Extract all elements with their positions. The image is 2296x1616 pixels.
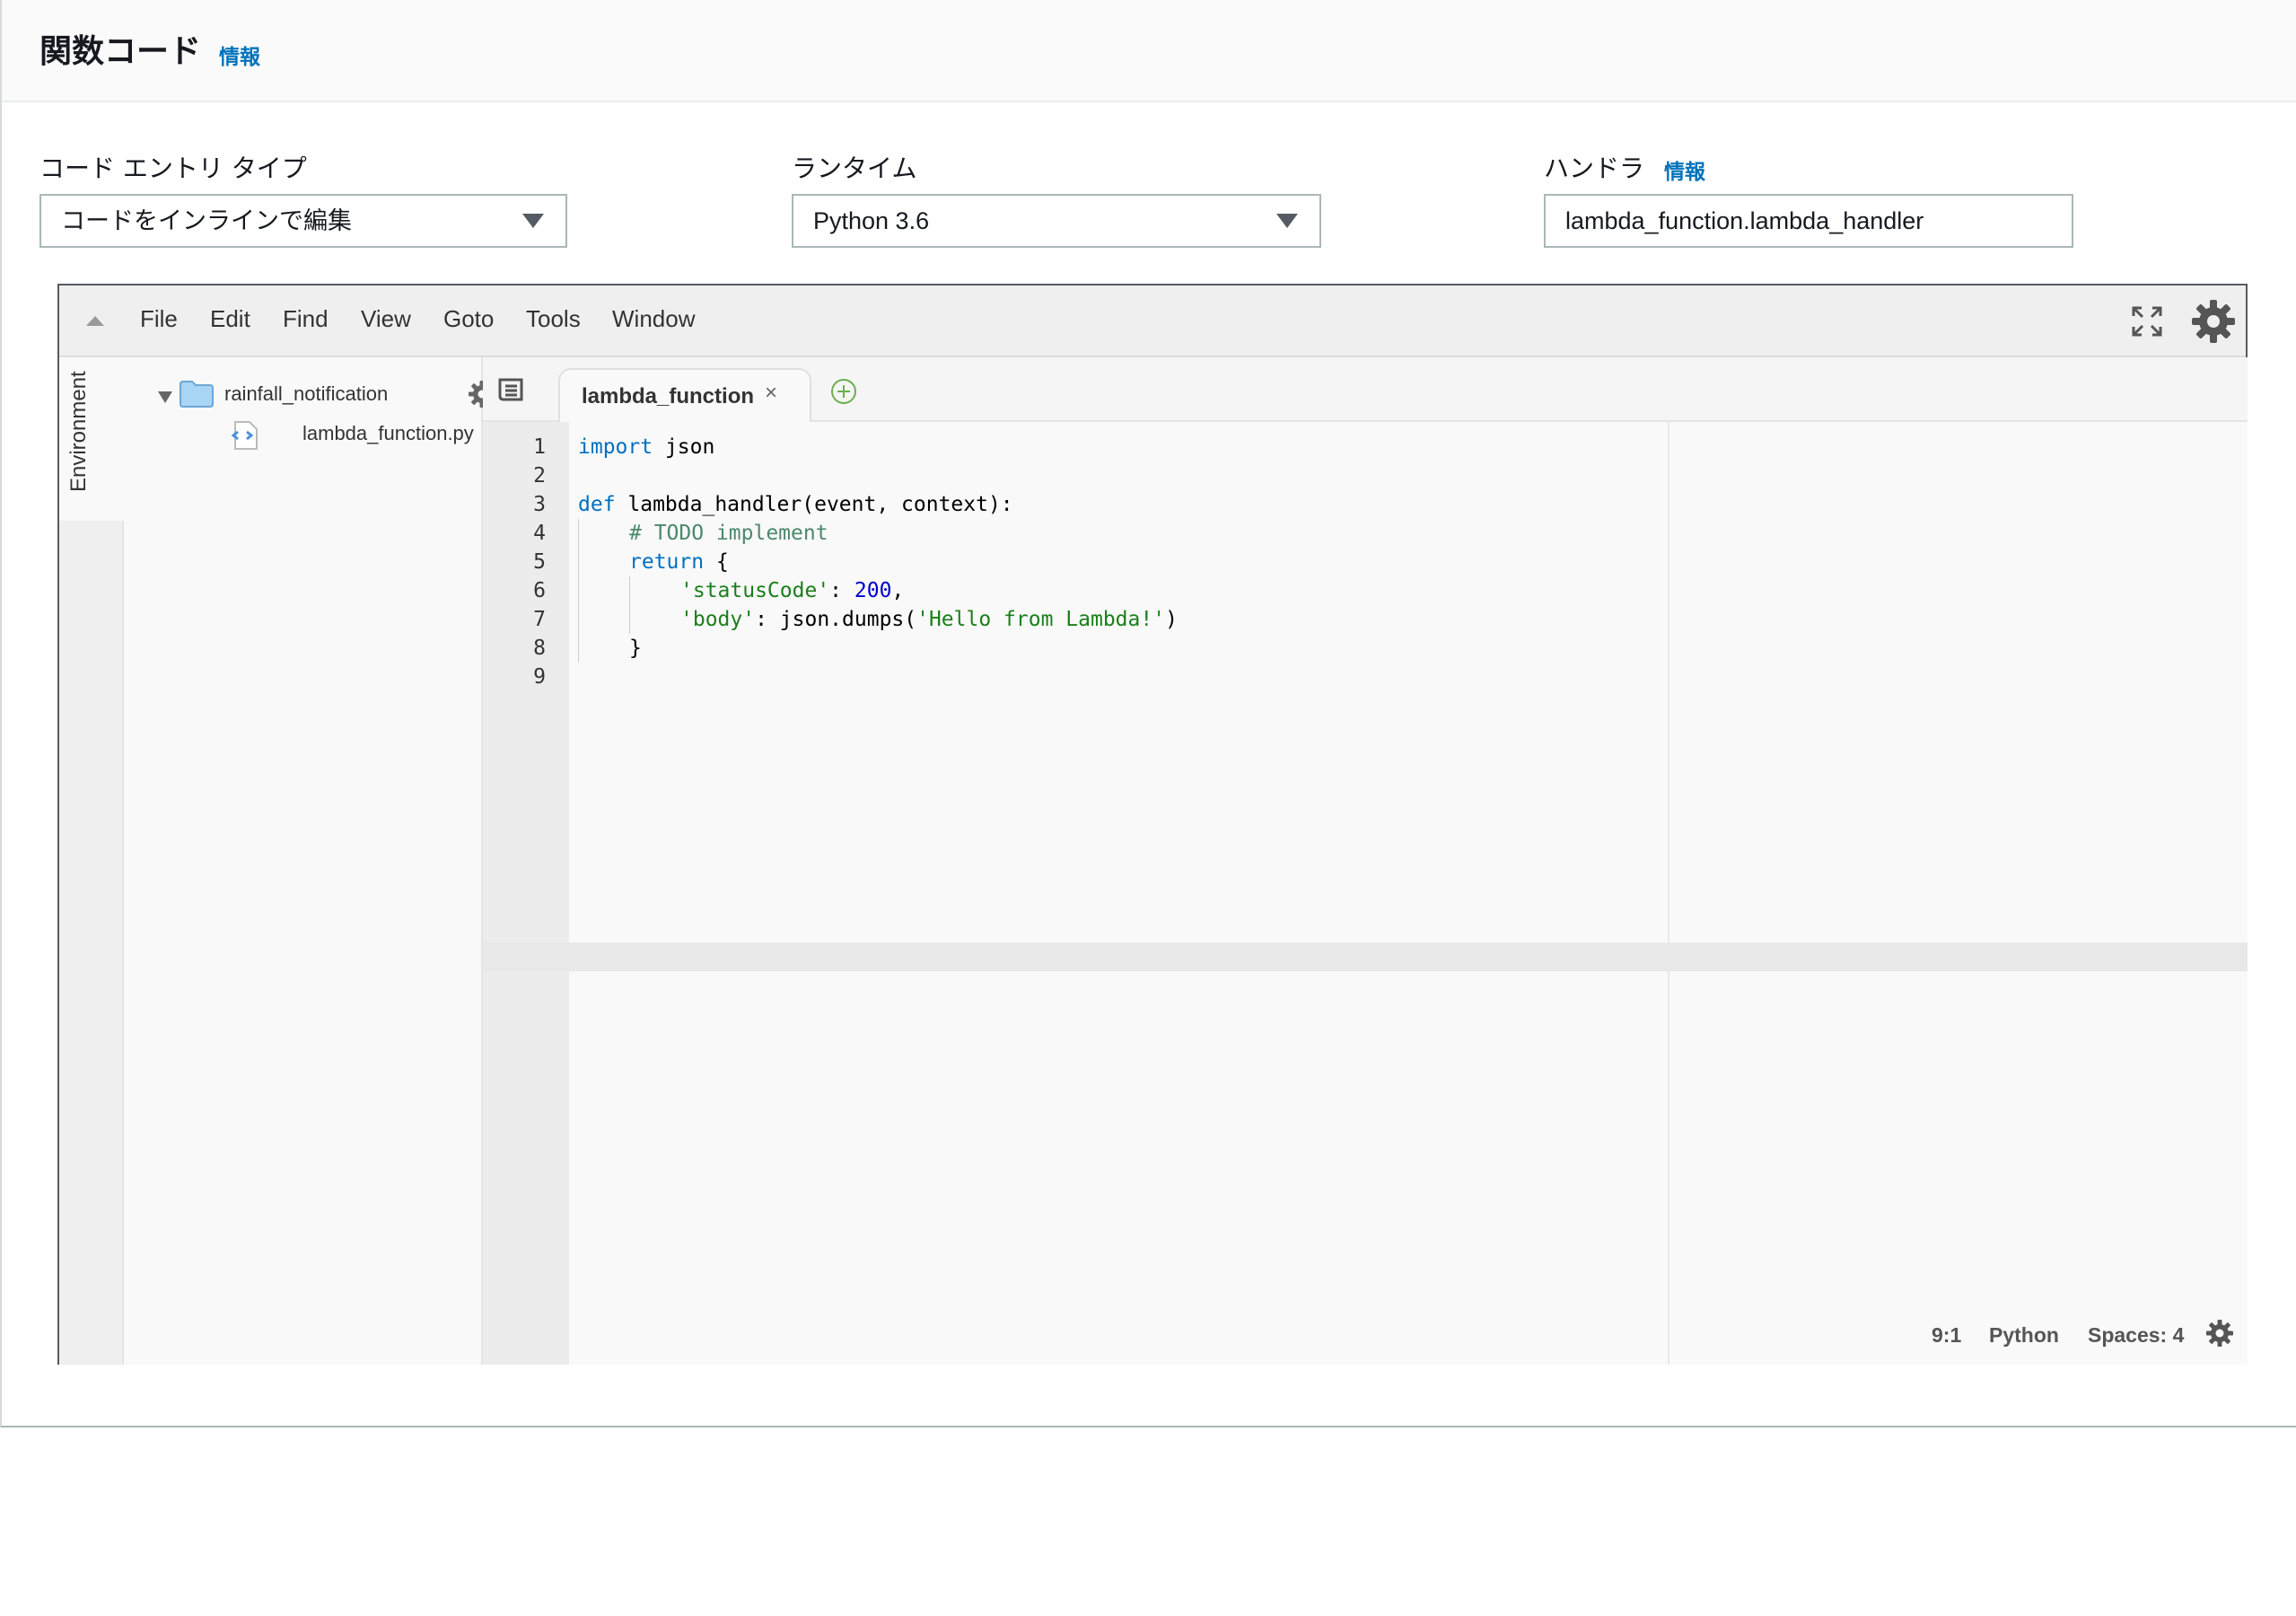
code-line-6: 'statusCode': 200, [680, 576, 904, 605]
code-line-5: return { [629, 548, 729, 576]
dropdown-arrow-icon [1276, 214, 1298, 228]
line-number: 7 [533, 608, 546, 631]
menu-window[interactable]: Window [612, 305, 695, 333]
tab-list-icon[interactable] [497, 377, 524, 402]
file-tree: rainfall_notification lambda_function.py [124, 357, 510, 1365]
code-string: 'body' [680, 608, 756, 631]
cursor-position[interactable]: 9:1 [1932, 1323, 1961, 1348]
code-number: 200 [854, 579, 892, 602]
page-title: 関数コード [39, 33, 202, 70]
code-text: , [891, 579, 905, 602]
code-text: : [829, 579, 854, 602]
line-number: 6 [533, 579, 546, 602]
code-comment: # TODO implement [629, 522, 828, 545]
plus-circle-icon[interactable] [829, 377, 858, 406]
menu-tools[interactable]: Tools [526, 305, 581, 333]
code-line-8: } [629, 634, 642, 663]
editor-tabbar: lambda_function × [483, 357, 2248, 422]
indent-guide [629, 576, 630, 634]
environment-tab[interactable]: Environment [59, 357, 124, 521]
line-number: 3 [533, 493, 546, 516]
line-number: 4 [533, 522, 546, 545]
code-text: : json.dumps( [755, 608, 917, 631]
indent-guide [578, 519, 579, 663]
status-settings-gear-icon[interactable] [2204, 1318, 2235, 1348]
code-line-7: 'body': json.dumps('Hello from Lambda!') [680, 605, 1178, 634]
code-text: ) [1165, 608, 1178, 631]
handler-info-link[interactable]: 情報 [1664, 154, 1705, 185]
code-editor[interactable] [569, 422, 2248, 1365]
code-string: 'statusCode' [680, 579, 830, 602]
menu-view[interactable]: View [361, 305, 411, 333]
editor-area: lambda_function × 1 2 3 4 5 6 7 8 9 impo… [483, 357, 2248, 1365]
tree-file-label[interactable]: lambda_function.py [302, 422, 474, 445]
menu-goto[interactable]: Goto [443, 305, 494, 333]
tree-folder-label[interactable]: rainfall_notification [224, 382, 388, 406]
print-margin [1668, 422, 1669, 1365]
indent-setting[interactable]: Spaces: 4 [2088, 1323, 2184, 1348]
code-text: lambda_handler(event, context): [615, 493, 1013, 516]
folder-icon [180, 381, 214, 408]
runtime-label: ランタイム [792, 154, 917, 183]
code-line-1: import json [578, 433, 714, 461]
code-text: { [704, 550, 729, 574]
menu-edit[interactable]: Edit [210, 305, 250, 333]
runtime-value: Python 3.6 [813, 207, 930, 234]
code-string: 'Hello from Lambda!' [916, 608, 1166, 631]
code-entry-type-value: コードをインラインで編集 [61, 207, 352, 234]
editor-tab-label: lambda_function [582, 384, 755, 408]
code-text: json [653, 435, 715, 459]
tree-expand-icon[interactable] [158, 391, 172, 403]
code-entry-type-label: コード エントリ タイプ [39, 154, 307, 183]
environment-sidebar: Environment [59, 357, 124, 1365]
python-file-icon [231, 421, 258, 450]
menu-file[interactable]: File [140, 305, 178, 333]
dropdown-arrow-icon [522, 214, 544, 228]
code-text: } [629, 637, 642, 660]
editor-tab-lambda-function[interactable]: lambda_function × [558, 368, 811, 422]
handler-input[interactable]: lambda_function.lambda_handler [1544, 194, 2073, 248]
handler-label: ハンドラ [1544, 154, 1645, 183]
handler-value: lambda_function.lambda_handler [1565, 207, 1924, 234]
code-keyword: import [578, 435, 653, 459]
tab-close-icon[interactable]: × [765, 381, 777, 406]
collapse-up-icon[interactable] [86, 316, 104, 326]
function-code-panel: 関数コード 情報 コード エントリ タイプ コードをインラインで編集 ランタイム… [0, 0, 2296, 1427]
line-number: 9 [533, 665, 546, 689]
code-entry-type-select[interactable]: コードをインラインで編集 [39, 194, 567, 248]
panel-header: 関数コード 情報 [2, 0, 2296, 102]
title-info-link[interactable]: 情報 [219, 40, 260, 70]
active-line-highlight [483, 943, 2248, 971]
code-keyword: def [578, 493, 616, 516]
code-line-4: # TODO implement [629, 519, 828, 548]
menu-find[interactable]: Find [283, 305, 329, 333]
line-number: 1 [533, 435, 546, 459]
ide-menubar: File Edit Find View Goto Tools Window [59, 285, 2246, 357]
settings-gear-icon[interactable] [2190, 298, 2237, 345]
code-editor-ide: File Edit Find View Goto Tools Window En… [57, 284, 2248, 1365]
code-line-3: def lambda_handler(event, context): [578, 490, 1013, 519]
line-number: 2 [533, 464, 546, 487]
fullscreen-icon[interactable] [2131, 305, 2163, 338]
code-keyword: return [629, 550, 705, 574]
runtime-select[interactable]: Python 3.6 [792, 194, 1321, 248]
line-number: 5 [533, 550, 546, 574]
environment-tab-label: Environment [66, 371, 91, 492]
language-mode[interactable]: Python [1989, 1323, 2059, 1348]
line-number: 8 [533, 637, 546, 660]
